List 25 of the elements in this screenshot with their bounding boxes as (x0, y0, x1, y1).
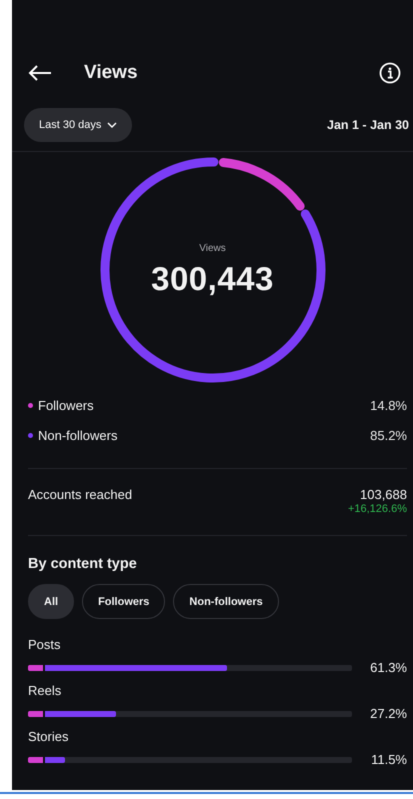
chevron-down-icon (107, 122, 118, 128)
period-dropdown[interactable]: Last 30 days (24, 108, 132, 142)
section-heading: By content type (28, 556, 138, 572)
date-range: Jan 1 - Jan 30 (327, 118, 409, 132)
filter-chip[interactable]: Non-followers (173, 584, 279, 619)
page-title: Views (84, 62, 139, 84)
ring-label: Views (199, 242, 226, 254)
info-icon[interactable] (379, 62, 401, 84)
content-type-label: Stories (28, 729, 70, 744)
content-type-percentage: 61.3% (370, 660, 407, 675)
back-arrow-icon[interactable] (28, 64, 52, 82)
accounts-reached-value: 103,688 (360, 487, 407, 502)
content-type-percentage: 27.2% (370, 706, 407, 721)
views-total: 300,443 (151, 260, 274, 298)
legend-value: 85.2% (370, 428, 407, 442)
content-type-label: Reels (28, 683, 62, 698)
legend-label: Non-followers (38, 428, 118, 442)
filter-chip[interactable]: Followers (82, 584, 166, 619)
filter-chip[interactable]: All (28, 584, 74, 619)
accounts-reached-label: Accounts reached (28, 487, 132, 504)
legend-value: 14.8% (370, 398, 407, 412)
content-type-label: Posts (28, 637, 62, 652)
legend-label: Followers (38, 398, 95, 412)
change-percentage: +16,126.6% (348, 503, 407, 515)
content-type-percentage: 11.5% (371, 752, 407, 767)
